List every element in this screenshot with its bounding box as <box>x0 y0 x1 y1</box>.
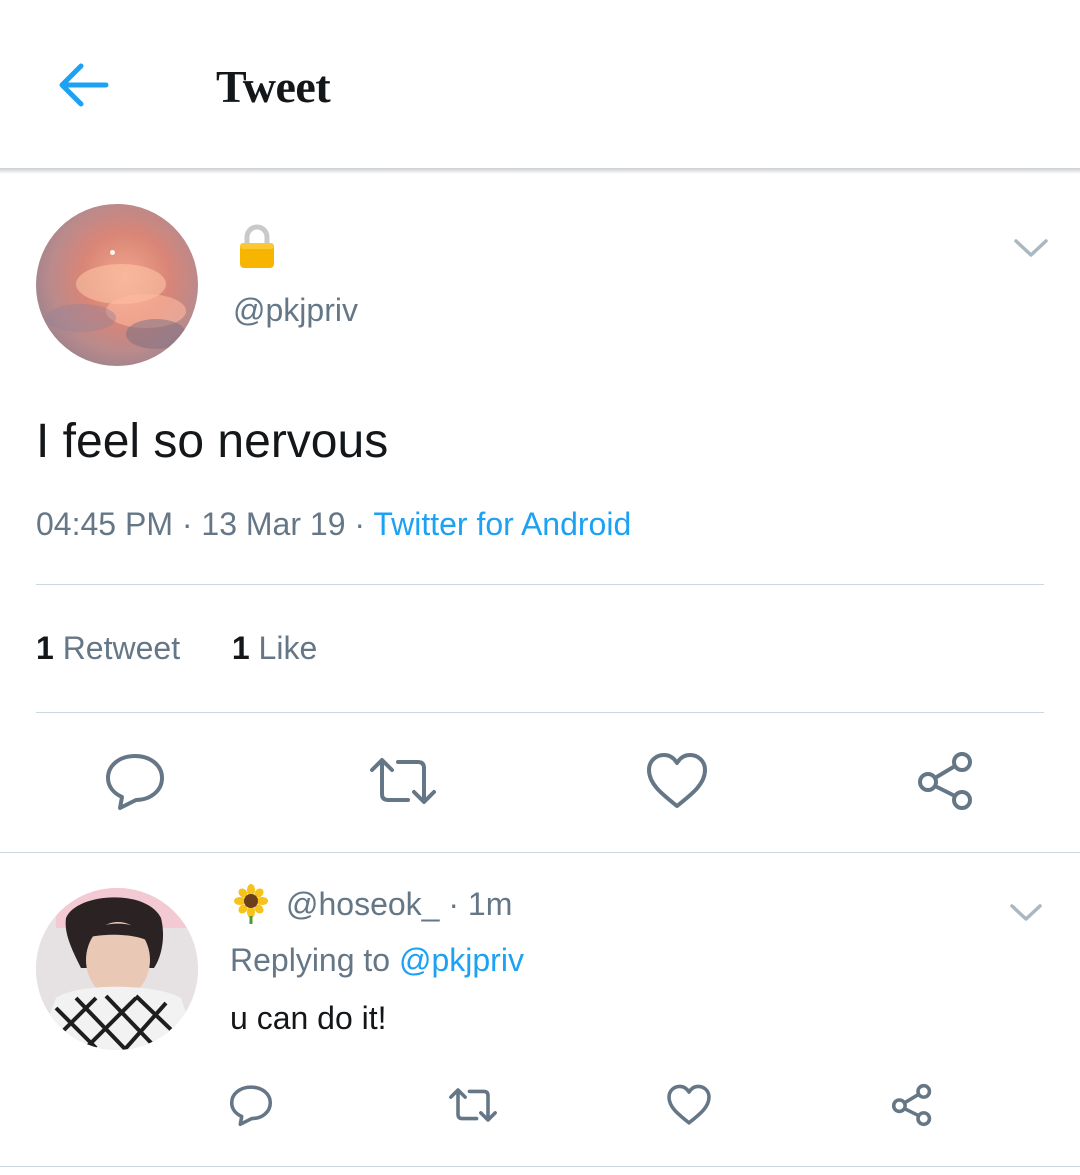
tweet-menu-button[interactable] <box>1012 234 1050 262</box>
header-shadow <box>0 168 1080 174</box>
page-title: Tweet <box>216 61 331 112</box>
section-separator <box>0 852 1080 853</box>
meta-separator: · <box>448 886 460 922</box>
reply-like-button[interactable] <box>664 1080 714 1130</box>
avatar[interactable] <box>36 204 198 366</box>
reply-share-button[interactable] <box>888 1080 938 1130</box>
reply-avatar[interactable] <box>36 888 198 1050</box>
divider <box>36 584 1044 585</box>
author-handle[interactable]: @pkjpriv <box>233 292 358 329</box>
tweet-date: 13 Mar 19 <box>201 506 346 542</box>
like-label: Like <box>258 630 318 666</box>
tweet-time: 04:45 PM <box>36 506 173 542</box>
like-icon <box>667 1084 711 1125</box>
reply-author-handle[interactable]: @hoseok_ <box>286 886 439 922</box>
reply-menu-button[interactable] <box>1008 900 1044 926</box>
tweet-stats: 1 Retweet 1 Like <box>36 630 317 667</box>
replying-prefix: Replying to <box>230 942 391 978</box>
retweet-button[interactable] <box>368 750 438 812</box>
tweet-meta: 04:45 PM · 13 Mar 19 · Twitter for Andro… <box>36 506 631 543</box>
like-count: 1 <box>231 630 250 666</box>
meta-separator: · <box>354 506 366 542</box>
tweet-source-link[interactable]: Twitter for Android <box>373 506 631 542</box>
share-button[interactable] <box>912 750 982 812</box>
retweet-count-link[interactable]: 1 Retweet <box>36 630 189 666</box>
share-icon <box>891 1083 932 1127</box>
like-icon <box>647 753 707 808</box>
reply-icon <box>106 754 164 810</box>
tweet-text: I feel so nervous <box>36 415 389 468</box>
reply-retweet-button[interactable] <box>448 1080 498 1130</box>
back-arrow-icon <box>59 63 109 107</box>
retweet-count: 1 <box>36 630 54 666</box>
chevron-down-icon <box>1010 904 1042 921</box>
reply-text: u can do it! <box>230 1000 387 1036</box>
reply-button[interactable] <box>100 750 170 812</box>
share-icon <box>918 752 972 810</box>
replying-to-handle[interactable]: @pkjpriv <box>399 942 524 978</box>
section-separator <box>0 1166 1080 1167</box>
back-button[interactable] <box>54 58 114 112</box>
chevron-down-icon <box>1014 239 1048 257</box>
reply-header: @hoseok_ · 1m <box>286 886 512 923</box>
top-app-bar <box>0 0 1080 168</box>
retweet-label: Retweet <box>62 630 181 666</box>
meta-separator: · <box>181 506 193 542</box>
like-button[interactable] <box>642 750 712 812</box>
like-count-link[interactable]: 1 Like <box>232 630 317 666</box>
divider <box>36 712 1044 713</box>
retweet-icon <box>370 758 436 804</box>
sunflower-icon <box>232 884 270 924</box>
reply-icon <box>229 1085 273 1127</box>
replying-to: Replying to @pkjpriv <box>230 942 524 979</box>
reply-reply-button[interactable] <box>226 1080 276 1130</box>
lock-icon <box>238 224 276 270</box>
reply-time: 1m <box>467 886 513 922</box>
retweet-icon <box>449 1088 497 1122</box>
